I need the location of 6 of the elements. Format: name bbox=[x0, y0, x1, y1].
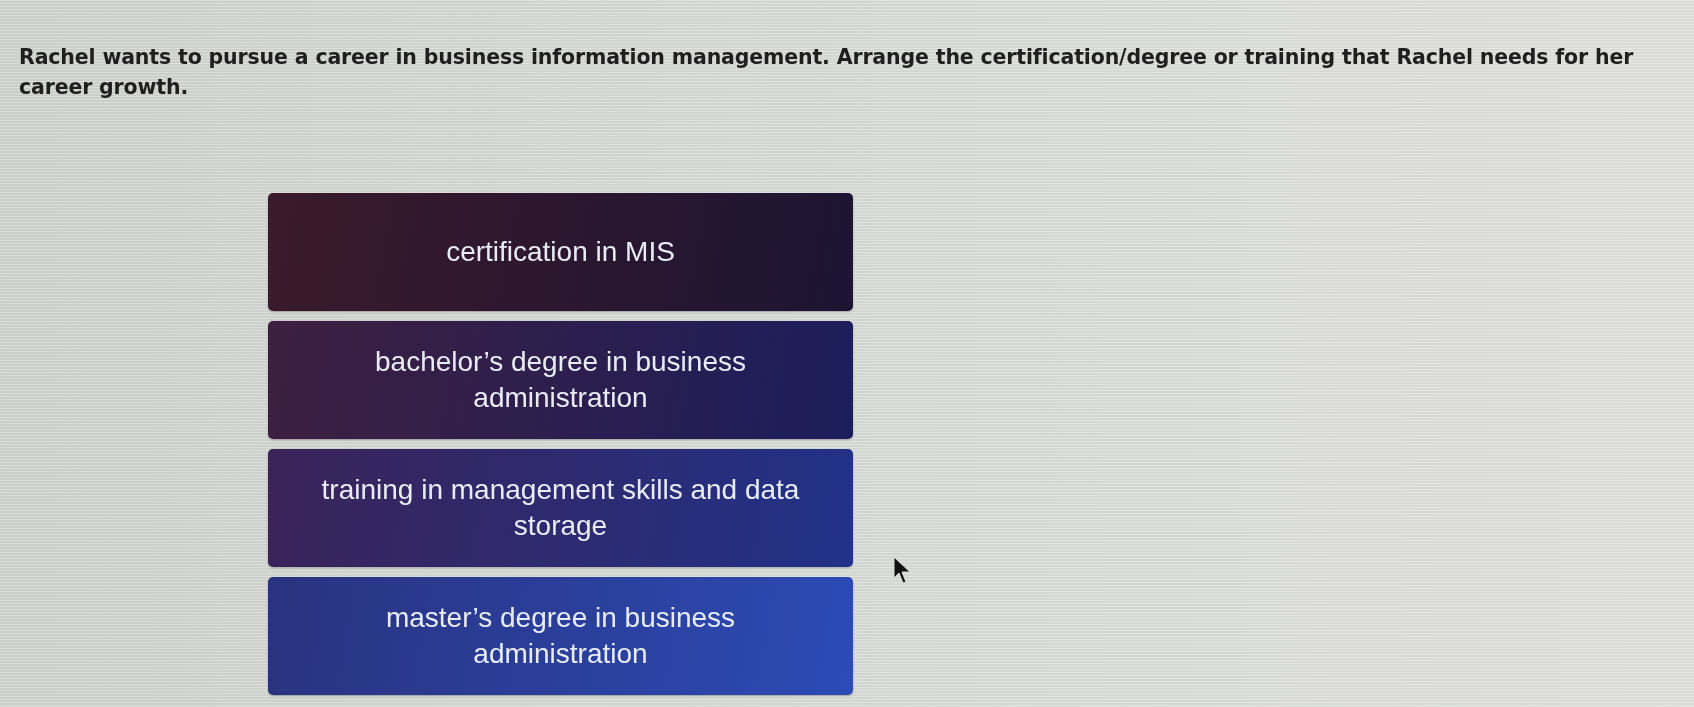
answer-tile[interactable]: master’s degree in business administration bbox=[268, 577, 853, 695]
answer-tile[interactable]: certification in MIS bbox=[268, 193, 853, 311]
question-text: Rachel wants to pursue a career in business information management. Arrange the certification/degree or training that Rachel needs for her career growth. bbox=[19, 44, 1635, 101]
answer-tile[interactable]: training in management skills and data storage bbox=[268, 449, 853, 567]
answer-tile[interactable]: bachelor’s degree in business administration bbox=[268, 321, 853, 439]
mouse-pointer-icon bbox=[893, 556, 911, 584]
